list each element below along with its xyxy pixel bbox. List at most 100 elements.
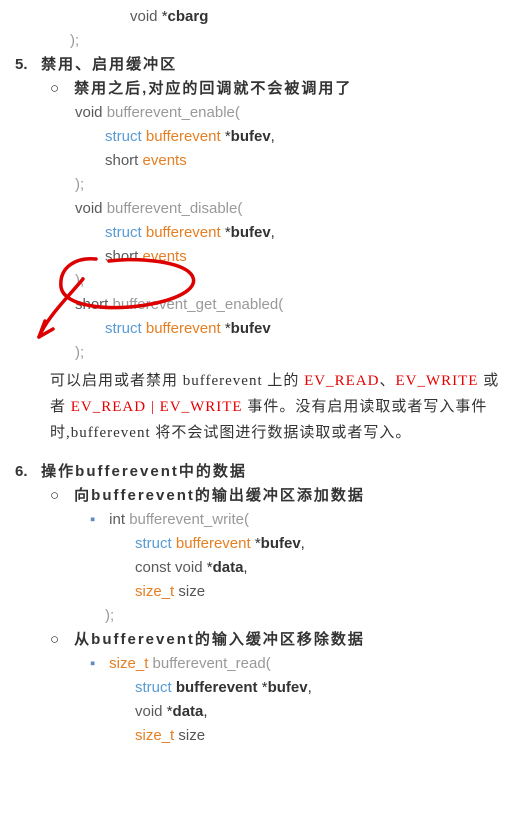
list-number: 6.: [15, 460, 37, 484]
paren: (: [235, 104, 240, 121]
text-red: EV_WRITE: [395, 373, 478, 389]
keyword: short: [75, 296, 108, 313]
keyword: struct: [105, 128, 142, 145]
keyword: short: [105, 152, 138, 169]
code-line: short bufferevent_get_enabled(: [15, 293, 515, 317]
keyword: int: [109, 511, 125, 528]
comma: ,: [271, 128, 275, 145]
bullet-circle-icon: ○: [50, 484, 70, 508]
keyword: struct: [135, 535, 172, 552]
keyword: void: [175, 559, 203, 576]
code-line: );: [15, 29, 515, 53]
code-line: struct bufferevent *bufev,: [15, 125, 515, 149]
keyword: short: [105, 248, 138, 265]
list-number: 5.: [15, 53, 37, 77]
keyword: void: [135, 703, 163, 720]
code-line: );: [15, 604, 515, 628]
type: bufferevent: [176, 679, 258, 696]
close: );: [75, 176, 84, 193]
keyword: struct: [105, 320, 142, 337]
keyword: size_t: [135, 583, 174, 600]
section-5-header: 5. 禁用、启用缓冲区: [15, 53, 515, 77]
code-line: struct bufferevent *bufev: [15, 317, 515, 341]
close: );: [75, 272, 84, 289]
type: bufferevent: [176, 535, 251, 552]
keyword: const: [135, 559, 171, 576]
keyword: size_t: [109, 655, 148, 672]
star: *: [163, 703, 173, 720]
bullet-square-icon: ▪: [90, 508, 105, 532]
func-name: bufferevent_read: [153, 655, 266, 672]
param: size: [178, 583, 205, 600]
code-line: struct bufferevent *bufev,: [15, 221, 515, 245]
code-line: void *cbarg: [15, 5, 515, 29]
param: data: [173, 703, 204, 720]
text: 、: [379, 373, 395, 389]
type: bufferevent: [146, 128, 221, 145]
close-paren: );: [70, 32, 79, 49]
code-line: size_t size: [15, 724, 515, 748]
param: bufev: [261, 535, 301, 552]
type: bufferevent: [146, 224, 221, 241]
list-title: 操作bufferevent中的数据: [41, 460, 247, 484]
param: cbarg: [168, 8, 209, 25]
keyword: void: [130, 8, 158, 25]
code-line: short events: [15, 245, 515, 269]
paren: (: [237, 200, 242, 217]
paren: (: [244, 511, 249, 528]
star: *: [258, 679, 268, 696]
code-line: struct bufferevent *bufev,: [15, 532, 515, 556]
code-line: ▪ size_t bufferevent_read(: [15, 652, 515, 676]
bullet-circle-icon: ○: [50, 77, 70, 101]
bullet-circle-icon: ○: [50, 628, 70, 652]
code-line: struct bufferevent *bufev,: [15, 676, 515, 700]
sub-text: 从bufferevent的输入缓冲区移除数据: [74, 631, 365, 648]
code-line: ▪ int bufferevent_write(: [15, 508, 515, 532]
param: size: [174, 727, 205, 744]
text: 可以启用或者禁用 bufferevent 上的: [50, 373, 304, 389]
list-title: 禁用、启用缓冲区: [41, 53, 177, 77]
code-line: );: [15, 269, 515, 293]
sub-text: 向bufferevent的输出缓冲区添加数据: [74, 487, 365, 504]
code-line: void *data,: [15, 700, 515, 724]
param: data: [213, 559, 244, 576]
code-line: short events: [15, 149, 515, 173]
param: bufev: [231, 224, 271, 241]
keyword: struct: [105, 224, 142, 241]
param: bufev: [231, 128, 271, 145]
comma: ,: [203, 703, 207, 720]
description: 可以启用或者禁用 bufferevent 上的 EV_READ、EV_WRITE…: [15, 368, 515, 446]
code-line: void bufferevent_disable(: [15, 197, 515, 221]
comma: ,: [308, 679, 312, 696]
code-line: void bufferevent_enable(: [15, 101, 515, 125]
sub-item: ○ 向bufferevent的输出缓冲区添加数据: [15, 484, 515, 508]
paren: (: [278, 296, 283, 313]
keyword: size_t: [135, 727, 174, 744]
code-line: size_t size: [15, 580, 515, 604]
keyword: void: [75, 104, 103, 121]
keyword: void: [75, 200, 103, 217]
func-name: bufferevent_get_enabled: [113, 296, 279, 313]
close: );: [105, 607, 114, 624]
param: bufev: [268, 679, 308, 696]
code-line: const void *data,: [15, 556, 515, 580]
section-6-header: 6. 操作bufferevent中的数据: [15, 460, 515, 484]
text-red: EV_READ | EV_WRITE: [71, 399, 243, 415]
sub-item: ○ 从bufferevent的输入缓冲区移除数据: [15, 628, 515, 652]
comma: ,: [243, 559, 247, 576]
code-line: );: [15, 341, 515, 365]
param: bufev: [231, 320, 271, 337]
code-line: );: [15, 173, 515, 197]
func-name: bufferevent_write: [129, 511, 244, 528]
comma: ,: [301, 535, 305, 552]
text-red: EV_READ: [304, 373, 379, 389]
bullet-square-icon: ▪: [90, 652, 105, 676]
comma: ,: [271, 224, 275, 241]
close: );: [75, 344, 84, 361]
type: bufferevent: [146, 320, 221, 337]
param: events: [143, 152, 187, 169]
paren: (: [266, 655, 271, 672]
func-name: bufferevent_enable: [107, 104, 235, 121]
sub-text: 禁用之后,对应的回调就不会被调用了: [74, 80, 352, 97]
sub-item: ○ 禁用之后,对应的回调就不会被调用了: [15, 77, 515, 101]
